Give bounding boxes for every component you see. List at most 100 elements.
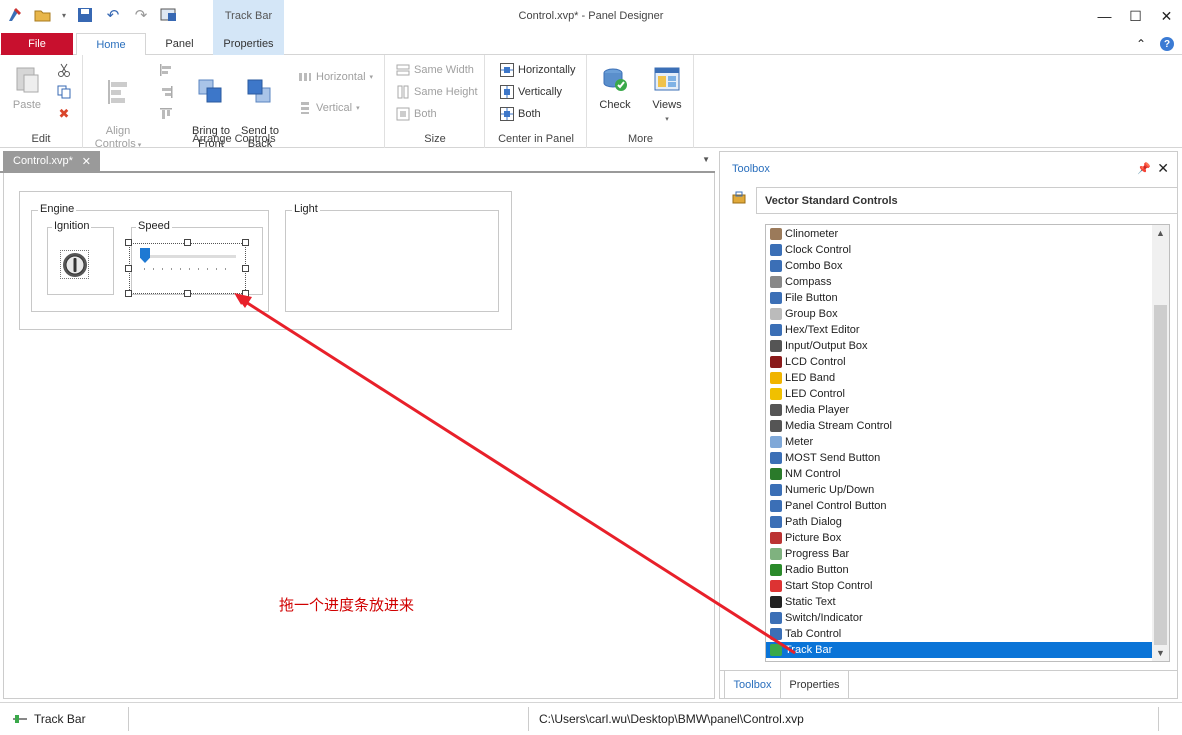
toolbox-item-start-stop-control[interactable]: Start Stop Control xyxy=(766,578,1152,594)
toolbox-item-switch-indicator[interactable]: Switch/Indicator xyxy=(766,610,1152,626)
center-horizontally-button[interactable]: Horizontally xyxy=(500,60,575,80)
toolbox-item-numeric-up-down[interactable]: Numeric Up/Down xyxy=(766,482,1152,498)
group-label-arrange: Arrange Controls xyxy=(192,133,276,145)
toolbox-item-most-send-button[interactable]: MOST Send Button xyxy=(766,450,1152,466)
views-button[interactable]: Views ▾ xyxy=(648,63,686,126)
toolbox-item-clinometer[interactable]: Clinometer xyxy=(766,226,1152,242)
align-right-icon[interactable] xyxy=(159,85,173,99)
cut-icon[interactable] xyxy=(57,63,71,77)
horizontal-spacing-button[interactable]: Horizontal ▾ xyxy=(298,67,373,87)
toolbox-item-panel-control-button[interactable]: Panel Control Button xyxy=(766,498,1152,514)
align-left-icon[interactable] xyxy=(159,63,173,77)
toolbox-item-radio-button[interactable]: Radio Button xyxy=(766,562,1152,578)
group-arrange: Align Controls ▾ Bring to Front Send to … xyxy=(84,55,385,150)
toolbox-item-static-text[interactable]: Static Text xyxy=(766,594,1152,610)
group-box-light[interactable]: Light xyxy=(285,203,499,312)
resize-handle-w[interactable] xyxy=(125,265,132,272)
pane-tab-properties[interactable]: Properties xyxy=(781,671,849,698)
resize-handle-sw[interactable] xyxy=(125,290,132,297)
close-tab-icon[interactable]: ✕ xyxy=(82,155,91,168)
minimize-button[interactable]: — xyxy=(1089,0,1120,32)
same-height-button[interactable]: Same Height xyxy=(396,82,478,102)
numeric-up-down-icon xyxy=(770,484,782,496)
paste-button[interactable]: Paste xyxy=(8,63,46,112)
toolbox-item-hex-text-editor[interactable]: Hex/Text Editor xyxy=(766,322,1152,338)
compass-icon xyxy=(770,276,782,288)
resize-handle-n[interactable] xyxy=(184,239,191,246)
same-width-button[interactable]: Same Width xyxy=(396,60,474,80)
pin-icon[interactable]: 📌 xyxy=(1137,162,1151,175)
group-box-ignition[interactable]: Ignition xyxy=(47,220,114,295)
vertical-spacing-button[interactable]: Vertical ▾ xyxy=(298,98,360,118)
track-bar-control[interactable] xyxy=(129,243,246,294)
copy-icon[interactable] xyxy=(57,85,71,99)
collapse-ribbon-icon[interactable]: ⌃ xyxy=(1136,37,1146,51)
delete-icon[interactable]: ✖ xyxy=(57,106,71,121)
toolbox-item-progress-bar[interactable]: Progress Bar xyxy=(766,546,1152,562)
toolbox-item-combo-box[interactable]: Combo Box xyxy=(766,258,1152,274)
horizontally-label: Horizontally xyxy=(518,64,576,76)
tab-file[interactable]: File xyxy=(1,33,73,55)
light-label: Light xyxy=(292,203,320,215)
toolbox-item-file-button[interactable]: File Button xyxy=(766,290,1152,306)
document-list-dropdown-icon[interactable]: ▼ xyxy=(702,155,710,164)
toolbox-item-nm-control[interactable]: NM Control xyxy=(766,466,1152,482)
toolbox-item-tab-control[interactable]: Tab Control xyxy=(766,626,1152,642)
toolbox-control-list[interactable]: Clinometer Clock Control Combo Box Compass F… xyxy=(765,224,1170,662)
media-stream-control-icon xyxy=(770,420,782,432)
toolbox-item-path-dialog[interactable]: Path Dialog xyxy=(766,514,1152,530)
document-tab-label: Control.xvp* xyxy=(13,155,73,167)
maximize-button[interactable]: ☐ xyxy=(1120,0,1151,32)
file-button-icon xyxy=(770,292,782,304)
toolbox-item-picture-box[interactable]: Picture Box xyxy=(766,530,1152,546)
close-pane-icon[interactable]: ✕ xyxy=(1157,160,1169,177)
toolbox-item-media-player[interactable]: Media Player xyxy=(766,402,1152,418)
toolbox-item-label: NM Control xyxy=(785,468,841,480)
toolbox-item-compass[interactable]: Compass xyxy=(766,274,1152,290)
toolbox-item-clock-control[interactable]: Clock Control xyxy=(766,242,1152,258)
tab-panel[interactable]: Panel xyxy=(146,33,213,55)
resize-handle-nw[interactable] xyxy=(125,239,132,246)
scroll-down-icon[interactable]: ▼ xyxy=(1152,648,1169,658)
resize-handle-s[interactable] xyxy=(184,290,191,297)
toolbox-item-media-stream-control[interactable]: Media Stream Control xyxy=(766,418,1152,434)
toolbox-category-icon xyxy=(732,191,746,207)
status-bar: Track Bar C:\Users\carl.wu\Desktop\BMW\p… xyxy=(0,702,1182,735)
scroll-up-icon[interactable]: ▲ xyxy=(1152,228,1169,238)
toolbox-scrollbar[interactable]: ▲ ▼ xyxy=(1152,225,1169,661)
toolbox-item-label: LCD Control xyxy=(785,356,846,368)
horizontal-spacing-icon xyxy=(298,70,312,84)
tab-properties[interactable]: Properties xyxy=(213,33,284,55)
help-icon[interactable]: ? xyxy=(1160,37,1174,51)
align-top-icon[interactable] xyxy=(159,107,173,121)
path-dialog-icon xyxy=(770,516,782,528)
toolbox-item-led-control[interactable]: LED Control xyxy=(766,386,1152,402)
design-canvas[interactable]: Engine Ignition Speed Light xyxy=(3,173,715,699)
toolbox-item-lcd-control[interactable]: LCD Control xyxy=(766,354,1152,370)
toolbox-item-meter[interactable]: Meter xyxy=(766,434,1152,450)
resize-handle-se[interactable] xyxy=(242,290,249,297)
toolbox-item-input-output-box[interactable]: Input/Output Box xyxy=(766,338,1152,354)
window-controls: — ☐ ✕ xyxy=(1089,0,1182,32)
toolbox-item-label: Clinometer xyxy=(785,228,839,240)
toolbox-item-label: Static Text xyxy=(785,596,836,608)
toolbox-pane: Toolbox 📌 ✕ Vector Standard Controls Cli… xyxy=(719,151,1178,699)
resize-handle-e[interactable] xyxy=(242,265,249,272)
center-both-button[interactable]: Both xyxy=(500,104,541,124)
toolbox-item-group-box[interactable]: Group Box xyxy=(766,306,1152,322)
pane-tab-toolbox[interactable]: Toolbox xyxy=(724,671,781,698)
tab-home[interactable]: Home xyxy=(76,33,146,56)
close-button[interactable]: ✕ xyxy=(1151,0,1182,32)
check-button[interactable]: Check xyxy=(596,63,634,112)
track-bar-thumb[interactable] xyxy=(140,248,150,263)
center-vertically-button[interactable]: Vertically xyxy=(500,82,562,102)
same-size-both-button[interactable]: Both xyxy=(396,104,437,124)
toolbox-category-header[interactable]: Vector Standard Controls xyxy=(756,187,1178,214)
tab-control-xvp[interactable]: Control.xvp* ✕ xyxy=(3,151,100,171)
toolbox-item-led-band[interactable]: LED Band xyxy=(766,370,1152,386)
scrollbar-thumb[interactable] xyxy=(1154,305,1167,645)
resize-handle-ne[interactable] xyxy=(242,239,249,246)
toolbox-item-track-bar[interactable]: Track Bar xyxy=(766,642,1152,658)
ignition-switch[interactable] xyxy=(60,250,89,279)
clinometer-icon xyxy=(770,228,782,240)
